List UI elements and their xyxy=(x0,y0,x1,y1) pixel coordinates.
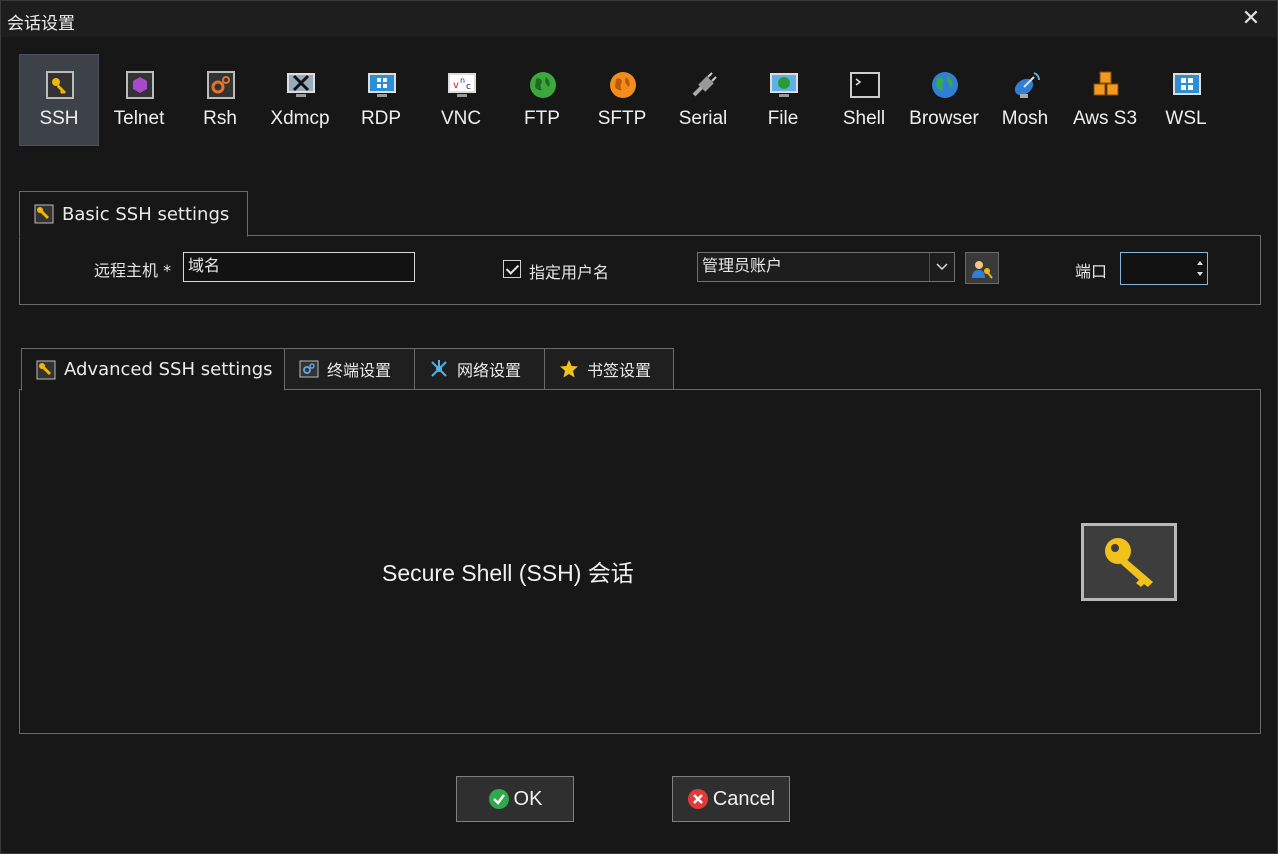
protocol-label: VNC xyxy=(440,108,482,129)
protocol-label: FTP xyxy=(524,108,560,129)
username-value: 管理员账户 xyxy=(702,256,783,275)
protocol-ftp[interactable]: FTP xyxy=(502,54,582,146)
serial-plug-icon xyxy=(692,72,717,97)
advanced-settings-panel xyxy=(19,389,1261,734)
ok-button[interactable]: OK xyxy=(456,776,574,822)
mosh-satellite-icon xyxy=(1014,72,1040,98)
tab-basic-ssh-settings[interactable]: Basic SSH settings xyxy=(19,191,248,237)
protocol-label: WSL xyxy=(1165,108,1207,129)
file-monitor-icon xyxy=(770,73,798,97)
protocol-label: Rsh xyxy=(203,108,237,129)
key-icon xyxy=(1105,538,1153,587)
protocol-telnet[interactable]: Telnet xyxy=(99,54,179,146)
protocol-label: SSH xyxy=(39,108,79,129)
tab-bookmark-settings[interactable]: 书签设置 xyxy=(544,348,674,390)
protocol-wsl[interactable]: WSL xyxy=(1146,54,1226,146)
protocol-label: Xdmcp xyxy=(270,108,330,129)
browser-globe-icon xyxy=(932,72,958,98)
ssh-key-icon xyxy=(46,71,74,99)
tab-label: 书签设置 xyxy=(587,361,652,380)
rdp-windows-monitor-icon xyxy=(368,73,396,97)
session-description: Secure Shell (SSH) 会话 xyxy=(382,560,634,586)
vnc-icon: v n c xyxy=(448,73,476,97)
tab-terminal-settings[interactable]: 终端设置 xyxy=(284,348,415,390)
protocol-label: Shell xyxy=(842,108,886,129)
sftp-globe-icon xyxy=(610,72,636,98)
protocol-file[interactable]: File xyxy=(743,54,823,146)
ftp-globe-icon xyxy=(530,72,556,98)
wsl-windows-icon xyxy=(1173,73,1201,95)
title-bar: 会话设置 ✕ xyxy=(1,1,1277,37)
protocol-aws-s3[interactable]: Aws S3 xyxy=(1065,54,1145,146)
tab-advanced-ssh-settings[interactable]: Advanced SSH settings xyxy=(21,348,285,391)
protocol-mosh[interactable]: Mosh xyxy=(985,54,1065,146)
tab-label: 终端设置 xyxy=(327,361,392,380)
tab-label: Basic SSH settings xyxy=(62,203,230,225)
tab-label: Advanced SSH settings xyxy=(64,359,273,380)
protocol-serial[interactable]: Serial xyxy=(663,54,743,146)
aws-s3-cubes-icon xyxy=(1093,71,1119,96)
remote-host-input[interactable]: 域名 xyxy=(183,252,415,282)
remote-host-label: 远程主机 * xyxy=(94,261,172,280)
user-key-icon xyxy=(972,261,993,279)
specify-username-checkbox[interactable] xyxy=(503,260,521,278)
network-icon xyxy=(431,360,447,377)
rsh-gears-icon xyxy=(207,71,235,99)
port-label: 端口 xyxy=(1075,262,1108,281)
protocol-rsh[interactable]: Rsh xyxy=(180,54,260,146)
session-settings-dialog: 会话设置 ✕ SSH Telnet Rsh Xdmcp RDP v n c VN… xyxy=(0,0,1278,854)
protocol-label: RDP xyxy=(360,108,402,129)
ok-label: OK xyxy=(513,787,543,810)
tab-label: 网络设置 xyxy=(457,361,522,380)
cancel-label: Cancel xyxy=(712,787,776,810)
protocol-label: Browser xyxy=(909,108,979,129)
protocol-label: SFTP xyxy=(597,108,647,129)
svg-text:c: c xyxy=(466,82,471,92)
protocol-shell[interactable]: Shell xyxy=(824,54,904,146)
chevron-up-icon[interactable] xyxy=(1197,261,1203,265)
wrench-icon xyxy=(34,204,54,224)
protocol-label: Telnet xyxy=(113,108,165,129)
x-circle-icon xyxy=(687,789,708,809)
star-icon xyxy=(560,360,578,378)
protocol-xdmcp[interactable]: Xdmcp xyxy=(260,54,340,146)
protocol-label: Serial xyxy=(678,108,728,129)
shell-terminal-icon xyxy=(850,72,880,98)
xdmcp-monitor-icon xyxy=(287,73,315,97)
username-select[interactable]: 管理员账户 xyxy=(697,252,955,282)
chevron-down-icon xyxy=(929,253,954,281)
tab-network-settings[interactable]: 网络设置 xyxy=(414,348,545,390)
protocol-sftp[interactable]: SFTP xyxy=(582,54,662,146)
cancel-button[interactable]: Cancel xyxy=(672,776,790,822)
svg-text:v: v xyxy=(453,80,459,91)
wrench-icon xyxy=(36,360,56,379)
user-manager-button[interactable] xyxy=(965,252,999,284)
protocol-ssh[interactable]: SSH xyxy=(19,54,99,146)
port-stepper[interactable] xyxy=(1120,252,1208,285)
protocol-browser[interactable]: Browser xyxy=(904,54,984,146)
protocol-label: Mosh xyxy=(1001,108,1049,129)
svg-text:n: n xyxy=(460,76,465,85)
check-circle-icon xyxy=(488,789,509,809)
protocol-label: File xyxy=(767,108,799,129)
protocol-label: Aws S3 xyxy=(1072,108,1138,129)
terminal-gears-icon xyxy=(299,360,319,378)
window-title: 会话设置 xyxy=(7,14,75,34)
protocol-vnc[interactable]: v n c VNC xyxy=(421,54,501,146)
close-icon[interactable]: ✕ xyxy=(1239,5,1263,33)
ssh-logo xyxy=(1081,523,1177,601)
chevron-down-icon[interactable] xyxy=(1197,272,1203,276)
telnet-icon xyxy=(126,71,154,99)
protocol-rdp[interactable]: RDP xyxy=(341,54,421,146)
specify-username-label: 指定用户名 xyxy=(529,263,610,282)
